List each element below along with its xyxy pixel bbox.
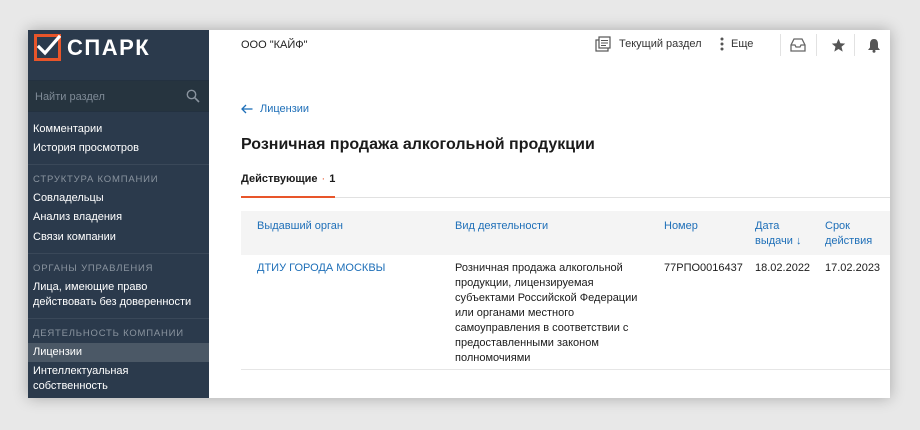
issuer-link[interactable]: ДТИУ ГОРОДА МОСКВЫ	[257, 261, 385, 276]
logo[interactable]: СПАРК	[34, 34, 150, 61]
company-name[interactable]: ООО "КАЙФ"	[241, 39, 308, 51]
current-section-button[interactable]: Текущий раздел	[595, 36, 702, 52]
search-icon[interactable]	[186, 89, 200, 103]
inbox-icon	[790, 38, 806, 52]
sidebar-item-company-links[interactable]: Связи компании	[28, 230, 209, 245]
document-icon	[595, 36, 611, 52]
bell-icon	[868, 38, 880, 53]
sidebar-item-label: Анализ владения	[33, 211, 123, 223]
more-label: Еще	[731, 38, 754, 50]
sidebar-section-structure: СТРУКТУРА КОМПАНИИ	[33, 174, 159, 185]
sidebar-divider	[28, 253, 209, 254]
column-header-valid-until[interactable]: Срок действия	[825, 219, 872, 249]
sidebar-search	[28, 80, 209, 112]
more-vertical-icon	[720, 37, 724, 51]
main-content: Лицензии Розничная продажа алкогольной п…	[209, 60, 890, 398]
table-row: ДТИУ ГОРОДА МОСКВЫ Розничная продажа алк…	[241, 255, 890, 370]
tab-active[interactable]: Действующие · 1	[241, 173, 336, 198]
valid-until: 17.02.2023	[825, 262, 881, 274]
column-header-label: действия	[825, 235, 873, 247]
favorites-button[interactable]	[820, 30, 856, 60]
sidebar-divider	[28, 318, 209, 319]
topbar-divider	[816, 34, 817, 56]
sidebar-item-licenses[interactable]: Лицензии	[28, 343, 209, 362]
activity-line: или органами местного	[455, 307, 575, 319]
topbar: ООО "КАЙФ" Текущий раздел Еще	[209, 30, 890, 60]
sidebar-item-label: действовать без доверенности	[33, 296, 192, 308]
activity-line: Розничная продажа алкогольной	[455, 262, 623, 274]
more-button[interactable]: Еще	[720, 36, 753, 52]
activity-line: продукции, лицензируемая	[455, 277, 594, 289]
sidebar-item-intellectual-property[interactable]: Интеллектуальная собственность	[28, 364, 209, 394]
sidebar-item-label: Интеллектуальная	[33, 365, 129, 377]
activity-line: предоставленными законом	[455, 337, 599, 349]
sidebar-item-comments[interactable]: Комментарии	[28, 122, 209, 137]
arrow-left-icon	[241, 104, 253, 114]
sidebar-item-label: Комментарии	[33, 123, 103, 135]
sidebar-section-activity: ДЕЯТЕЛЬНОСТЬ КОМПАНИИ	[33, 328, 184, 339]
column-header-activity[interactable]: Вид деятельности	[455, 219, 548, 234]
column-header-label: Срок	[825, 220, 850, 232]
notifications-button[interactable]	[856, 30, 890, 60]
page-title: Розничная продажа алкогольной продукции	[241, 136, 595, 153]
current-section-label: Текущий раздел	[619, 38, 702, 50]
license-number: 77РПО0016437	[664, 262, 743, 274]
tabs: Действующие · 1	[241, 173, 890, 198]
sidebar-item-label: История просмотров	[33, 142, 139, 154]
breadcrumb-label: Лицензии	[260, 103, 310, 115]
sidebar-item-label: Лицензии	[33, 346, 83, 358]
column-header-issue-date[interactable]: Дата выдачи ↓	[755, 219, 801, 249]
sidebar-item-history[interactable]: История просмотров	[28, 141, 209, 156]
app-window: СПАРК Комментарии История просмотров СТР…	[28, 30, 890, 398]
activity-cell: Розничная продажа алкогольной продукции,…	[455, 261, 655, 366]
sidebar-item-label: собственность	[33, 380, 108, 392]
spark-logo-icon	[34, 34, 61, 61]
activity-line: полномочиями	[455, 352, 531, 364]
sidebar-item-label: Совладельцы	[33, 192, 104, 204]
sidebar-item-authorized-persons[interactable]: Лица, имеющие право действовать без дове…	[28, 280, 209, 310]
column-header-issuer[interactable]: Выдавший орган	[257, 219, 343, 234]
activity-line: самоуправления в соответствии с	[455, 322, 629, 334]
tab-separator: ·	[321, 173, 326, 185]
tab-label: Действующие	[241, 173, 318, 185]
tab-count: 1	[329, 173, 336, 185]
breadcrumb[interactable]: Лицензии	[241, 103, 309, 115]
column-header-label: выдачи ↓	[755, 235, 802, 247]
sidebar-item-label: Связи компании	[33, 231, 116, 243]
inbox-button[interactable]	[780, 30, 816, 60]
sidebar-item-label: Лица, имеющие право	[33, 281, 148, 293]
sidebar: СПАРК Комментарии История просмотров СТР…	[28, 30, 209, 398]
sidebar-divider	[28, 164, 209, 165]
sidebar-section-management: ОРГАНЫ УПРАВЛЕНИЯ	[33, 263, 154, 274]
column-header-number[interactable]: Номер	[664, 219, 698, 234]
column-header-label: Дата	[755, 220, 780, 232]
logo-text: СПАРК	[67, 34, 151, 60]
sidebar-search-input[interactable]	[33, 87, 182, 107]
activity-line: субъектами Российской Федерации	[455, 292, 638, 304]
topbar-divider	[854, 34, 855, 56]
star-icon	[831, 38, 845, 52]
sidebar-item-coowners[interactable]: Совладельцы	[28, 191, 209, 206]
sidebar-item-ownership-analysis[interactable]: Анализ владения	[28, 210, 209, 225]
table-header: Выдавший орган Вид деятельности Номер Да…	[241, 211, 890, 255]
issue-date: 18.02.2022	[755, 262, 811, 274]
